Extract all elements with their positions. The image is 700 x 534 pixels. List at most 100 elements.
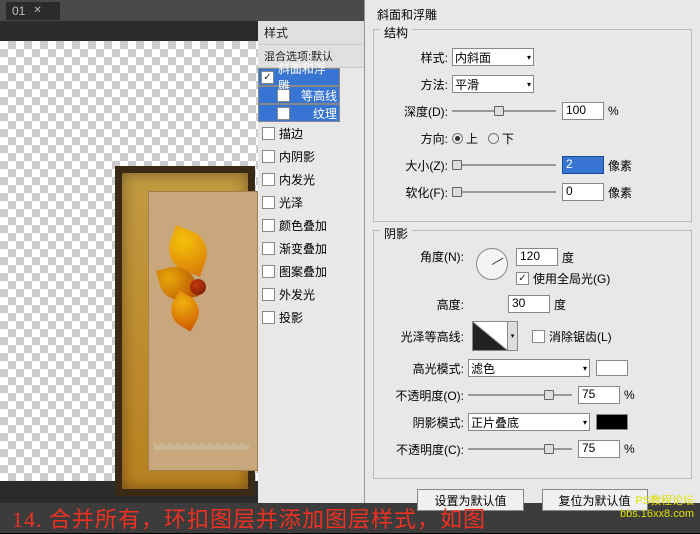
chevron-down-icon: ▾	[583, 364, 587, 373]
style-row-stroke[interactable]: 描边	[258, 122, 364, 145]
leaf-cluster	[160, 221, 250, 351]
structure-group: 结构 样式: 内斜面▾ 方法: 平滑▾ 深度(D): 100 % 方向:	[373, 29, 692, 222]
opacity1-unit: %	[624, 388, 635, 402]
canvas-area	[0, 21, 258, 503]
style-row-bevel[interactable]: ✓斜面和浮雕	[258, 68, 340, 86]
angle-input[interactable]: 120	[516, 248, 558, 266]
style-checkbox[interactable]	[277, 89, 290, 102]
style-label: 等高线	[301, 87, 337, 104]
altitude-unit: 度	[554, 296, 566, 313]
depth-slider[interactable]	[452, 104, 556, 118]
altitude-label: 高度:	[380, 296, 468, 313]
altitude-input[interactable]: 30	[508, 295, 550, 313]
size-unit: 像素	[608, 157, 632, 174]
opacity1-input[interactable]: 75	[578, 386, 620, 404]
style-checkbox[interactable]	[262, 150, 275, 163]
soften-slider[interactable]	[452, 185, 556, 199]
opacity2-slider[interactable]	[468, 442, 572, 456]
style-checkbox[interactable]	[262, 311, 275, 324]
opacity1-slider[interactable]	[468, 388, 572, 402]
depth-input[interactable]: 100	[562, 102, 604, 120]
opacity2-label: 不透明度(C):	[380, 441, 468, 458]
style-row-texture[interactable]: 纹理	[258, 104, 340, 122]
highlight-color-swatch[interactable]	[596, 360, 628, 376]
shading-legend: 阴影	[380, 225, 412, 242]
opacity2-unit: %	[624, 442, 635, 456]
angle-label: 角度(N):	[380, 248, 468, 265]
tutorial-caption: 14. 合并所有，环扣图层并添加图层样式，如图	[0, 503, 700, 533]
style-row-pattern-overlay[interactable]: 图案叠加	[258, 260, 364, 283]
style-row-outer-glow[interactable]: 外发光	[258, 283, 364, 306]
style-checkbox[interactable]: ✓	[261, 71, 274, 84]
style-row-drop-shadow[interactable]: 投影	[258, 306, 364, 329]
style-label: 图案叠加	[279, 263, 327, 280]
style-checkbox[interactable]	[262, 288, 275, 301]
direction-up-radio[interactable]: 上	[452, 130, 478, 147]
global-light-checkbox[interactable]: ✓	[516, 272, 529, 285]
style-checkbox[interactable]	[262, 265, 275, 278]
tab-label: 01	[12, 4, 25, 18]
shadow-mode-label: 阴影模式:	[380, 414, 468, 431]
style-checkbox[interactable]	[277, 107, 290, 120]
style-checkbox[interactable]	[262, 196, 275, 209]
chevron-down-icon[interactable]: ▾	[508, 321, 518, 351]
style-checkbox[interactable]	[262, 219, 275, 232]
gloss-contour-preview[interactable]	[472, 321, 508, 351]
size-label: 大小(Z):	[380, 157, 452, 174]
gloss-label: 光泽等高线:	[380, 328, 468, 345]
opacity2-input[interactable]: 75	[578, 440, 620, 458]
soften-label: 软化(F):	[380, 184, 452, 201]
styles-title: 样式	[258, 21, 364, 45]
style-checkbox[interactable]	[262, 173, 275, 186]
style-row-color-overlay[interactable]: 颜色叠加	[258, 214, 364, 237]
depth-label: 深度(D):	[380, 103, 452, 120]
anti-alias-label: 消除锯齿(L)	[549, 328, 612, 345]
shadow-mode-select[interactable]: 正片叠底▾	[468, 413, 590, 431]
soften-unit: 像素	[608, 184, 632, 201]
chevron-down-icon: ▾	[527, 80, 531, 89]
depth-unit: %	[608, 104, 619, 118]
structure-legend: 结构	[380, 24, 412, 41]
style-label: 投影	[279, 309, 303, 326]
style-row-inner-glow[interactable]: 内发光	[258, 168, 364, 191]
shadow-color-swatch[interactable]	[596, 414, 628, 430]
highlight-mode-label: 高光模式:	[380, 360, 468, 377]
soften-input[interactable]: 0	[562, 183, 604, 201]
style-checkbox[interactable]	[262, 127, 275, 140]
watermark: PS教程论坛bbs.16xx8.com	[620, 495, 694, 521]
close-icon[interactable]: ✕	[33, 5, 41, 16]
bevel-emboss-panel: 斜面和浮雕 结构 样式: 内斜面▾ 方法: 平滑▾ 深度(D): 100 %	[364, 0, 700, 503]
style-label: 内发光	[279, 171, 315, 188]
method-label: 方法:	[380, 76, 452, 93]
direction-down-radio[interactable]: 下	[488, 130, 514, 147]
chevron-down-icon: ▾	[583, 418, 587, 427]
layer-styles-list: 样式 混合选项:默认 ✓斜面和浮雕等高线纹理描边内阴影内发光光泽颜色叠加渐变叠加…	[258, 21, 364, 503]
method-select[interactable]: 平滑▾	[452, 75, 534, 93]
style-label: 渐变叠加	[279, 240, 327, 257]
style-row-gradient-overlay[interactable]: 渐变叠加	[258, 237, 364, 260]
stamp-edge	[154, 442, 249, 460]
style-label: 样式:	[380, 49, 452, 66]
direction-label: 方向:	[380, 130, 452, 147]
style-label: 内阴影	[279, 148, 315, 165]
size-input[interactable]: 2	[562, 156, 604, 174]
angle-wheel[interactable]	[476, 248, 508, 280]
style-row-satin[interactable]: 光泽	[258, 191, 364, 214]
anti-alias-checkbox[interactable]	[532, 330, 545, 343]
document-tab[interactable]: 01 ✕	[6, 2, 60, 20]
style-label: 外发光	[279, 286, 315, 303]
opacity1-label: 不透明度(O):	[380, 387, 468, 404]
style-select[interactable]: 内斜面▾	[452, 48, 534, 66]
style-checkbox[interactable]	[262, 242, 275, 255]
style-label: 纹理	[313, 105, 337, 122]
style-label: 描边	[279, 125, 303, 142]
highlight-mode-select[interactable]: 滤色▾	[468, 359, 590, 377]
angle-unit: 度	[562, 249, 574, 266]
size-slider[interactable]	[452, 158, 556, 172]
global-light-label: 使用全局光(G)	[533, 270, 610, 287]
style-label: 颜色叠加	[279, 217, 327, 234]
style-row-inner-shadow[interactable]: 内阴影	[258, 145, 364, 168]
workspace: 01 ✕ 样式 混合选项:默认 ✓斜面和浮雕等高线纹理描边内阴影内发光光泽颜色叠…	[0, 0, 700, 533]
shading-group: 阴影 角度(N): 120 度 ✓ 使用全局光(G)	[373, 230, 692, 479]
berry-icon	[190, 279, 206, 295]
